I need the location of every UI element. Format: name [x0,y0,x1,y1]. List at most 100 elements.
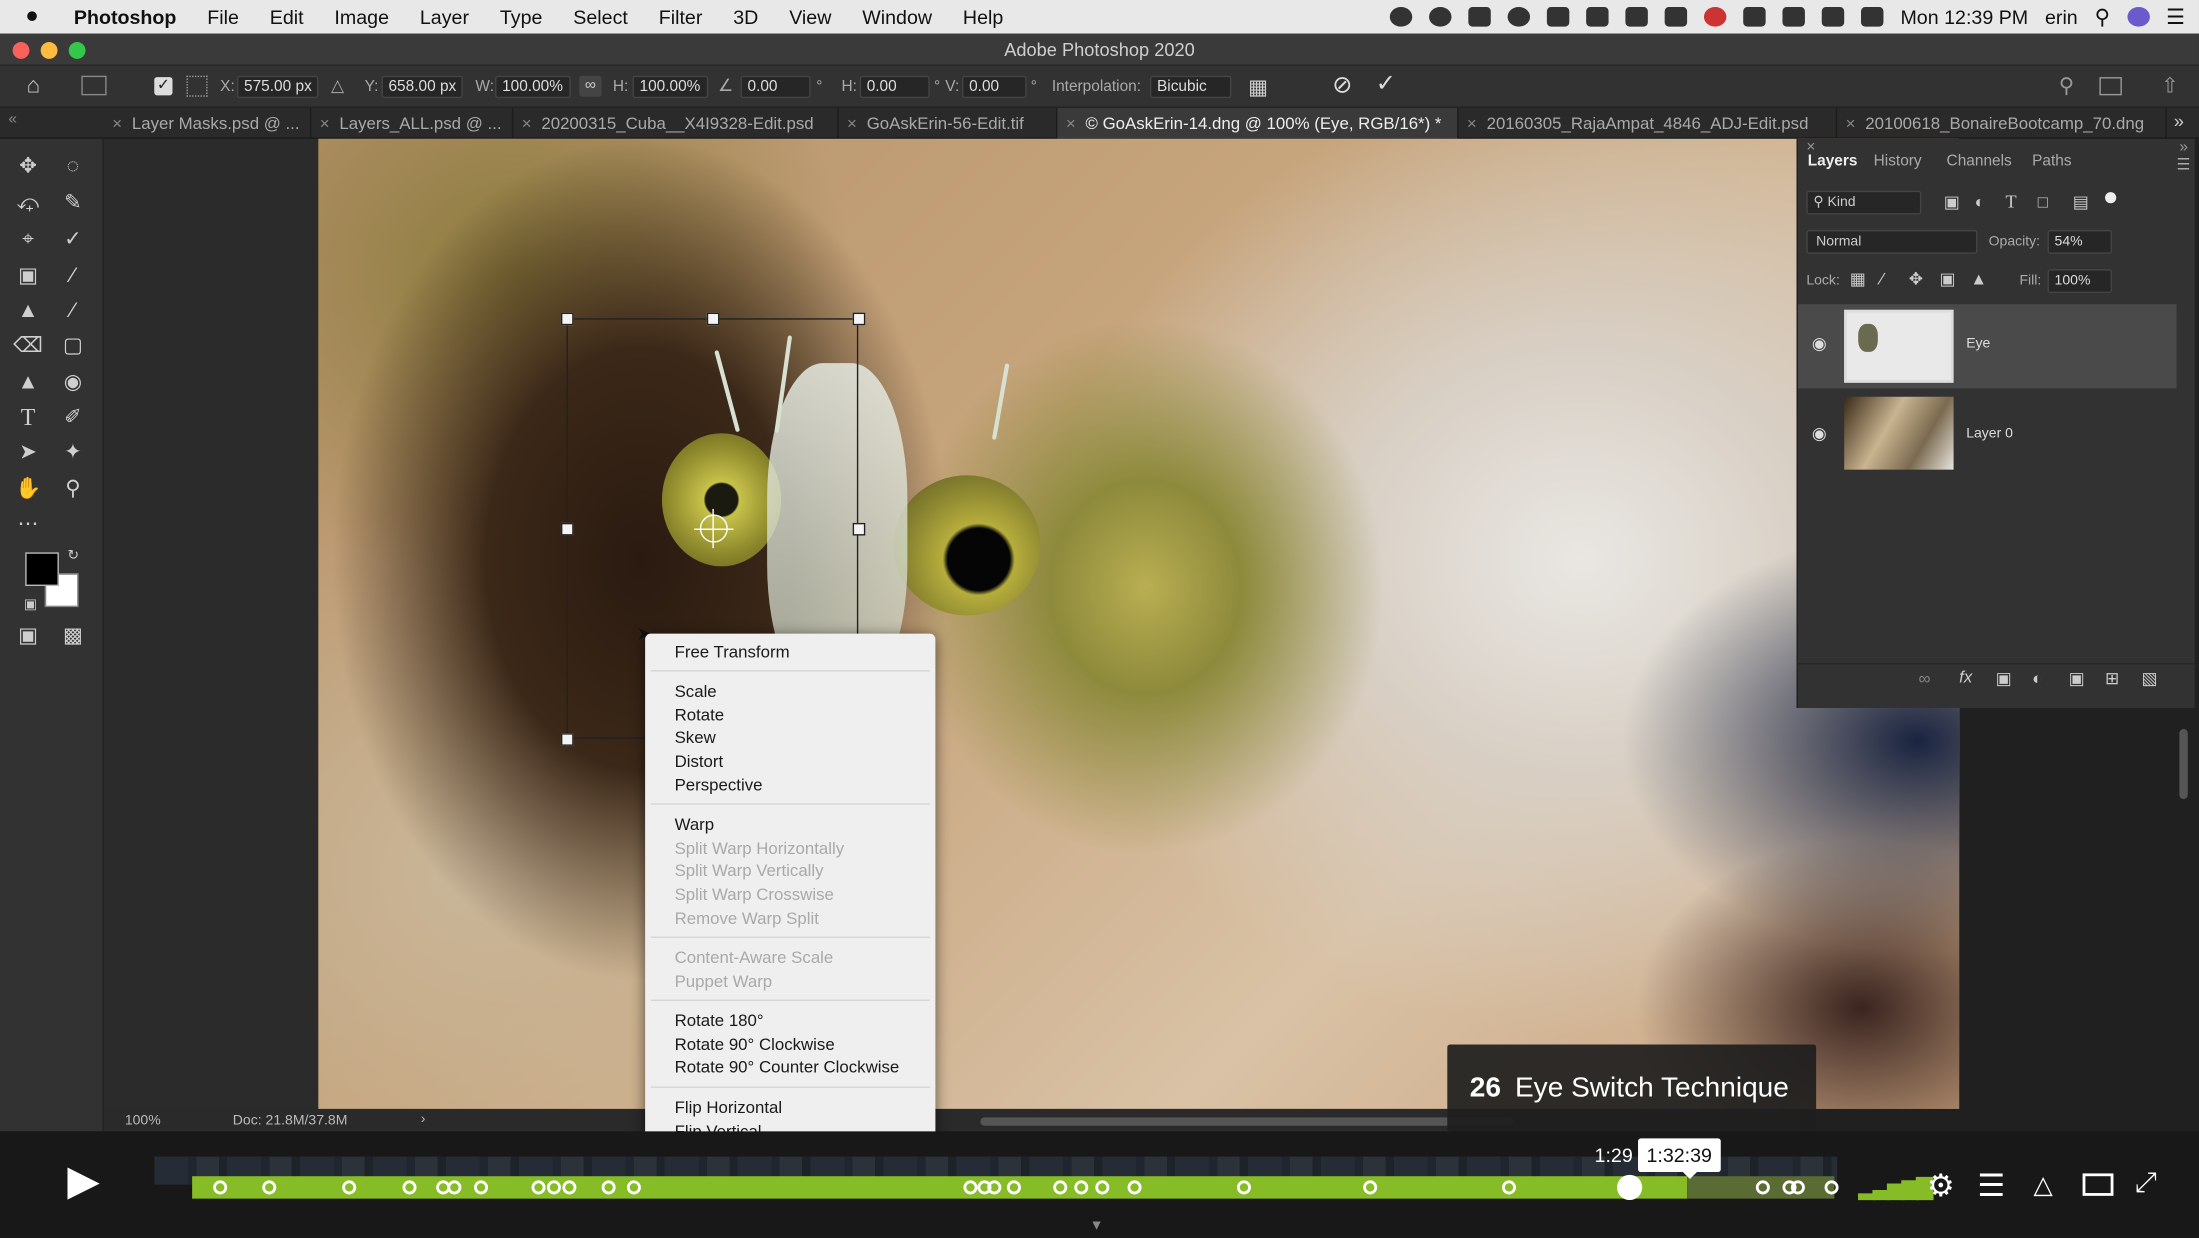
zoom-tool-icon[interactable]: ⚲ [57,475,88,503]
frame-tool-icon[interactable]: ▣ [13,262,44,290]
panel-menu-icon[interactable]: ☰ [2177,156,2191,174]
chapter-marker[interactable] [1790,1180,1805,1195]
close-tab-icon[interactable]: × [1066,114,1076,134]
menu-3d[interactable]: 3D [718,6,774,28]
minimize-window-button[interactable] [40,42,58,59]
forward-icon[interactable] [1664,7,1688,27]
collapse-panel-icon[interactable]: » [2179,139,2188,156]
gmail-icon[interactable] [1547,7,1570,27]
zoom-window-button[interactable] [68,42,86,59]
lasso-tool-icon[interactable]: ⤽ [13,189,44,217]
pen-tool-icon[interactable]: ✐ [57,404,88,432]
menu-item-warp[interactable]: Warp [675,815,715,835]
chapter-marker[interactable] [1363,1180,1378,1195]
chapter-marker[interactable] [1824,1180,1839,1195]
chapter-marker[interactable] [562,1180,577,1195]
type-tool-icon[interactable]: T [13,404,44,432]
close-tab-icon[interactable]: × [112,114,122,134]
menu-item-perspective[interactable]: Perspective [675,775,763,795]
warp-mode-icon[interactable]: ▦ [1248,74,1268,100]
reference-point-checkbox[interactable]: ✓ [154,77,173,96]
filter-adjustment-icon[interactable]: ◐ [1975,192,1985,212]
status-menu-arrow[interactable]: › [421,1112,426,1127]
menu-image[interactable]: Image [319,6,404,28]
delta-icon[interactable]: △ [331,76,344,96]
horizontal-scrollbar[interactable] [980,1117,1514,1126]
menu-item-free-transform[interactable]: Free Transform [675,642,790,662]
chapter-marker[interactable] [1006,1180,1021,1195]
filter-pixel-icon[interactable]: ▣ [1944,192,1960,212]
chapter-marker[interactable] [601,1180,616,1195]
delete-layer-icon[interactable]: ▧ [2141,669,2157,689]
filter-smart-object-icon[interactable]: ▤ [2073,192,2089,212]
tab-history[interactable]: History [1874,153,1922,170]
layer-thumbnail-eye[interactable] [1844,309,1954,383]
crop-tool-icon[interactable]: ⌖ [13,226,44,254]
marquee-tool-icon[interactable]: ◌ [57,153,88,181]
visibility-eye-icon[interactable]: ◉ [1812,423,1827,443]
record-icon[interactable] [1704,7,1727,27]
blend-mode-select[interactable]: Normal [1806,229,1978,254]
menu-filter[interactable]: Filter [643,6,718,28]
expand-chevron-icon[interactable]: ▼ [1090,1218,1104,1233]
tab-goaskerin-56[interactable]: × GoAskErin-56-Edit.tif [839,107,1058,139]
swap-colors-icon[interactable]: ↻ [67,548,79,563]
menu-item-scale[interactable]: Scale [675,681,717,701]
spotlight-search-icon[interactable]: ⚲ [2095,4,2110,30]
search-icon[interactable]: ⚲ [2059,73,2074,98]
menu-item-rotate-90-cw[interactable]: Rotate 90° Clockwise [675,1035,835,1055]
wifi-icon[interactable] [1782,7,1806,27]
tab-goaskerin-14[interactable]: × © GoAskErin-14.dng @ 100% (Eye, RGB/16*… [1057,107,1459,139]
zoom-level[interactable]: 100% [125,1113,161,1128]
chapter-marker[interactable] [963,1180,978,1195]
menu-item-distort[interactable]: Distort [675,751,724,771]
menu-window[interactable]: Window [847,6,948,28]
filter-type-icon[interactable]: T [2005,191,2016,213]
new-group-icon[interactable]: ▣ [2069,669,2085,689]
y-field[interactable]: 658.00 px [381,75,463,99]
vertical-scrollbar[interactable] [2179,729,2188,800]
quick-selection-tool-icon[interactable]: ✎ [57,189,88,217]
close-tab-icon[interactable]: × [1846,114,1856,134]
tab-paths[interactable]: Paths [2032,153,2071,170]
adjustment-layer-icon[interactable]: ◐ [2032,669,2042,689]
fx-icon[interactable]: fx [1959,667,1972,687]
vskew-field[interactable]: 0.00 [962,75,1027,99]
menu-item-rotate-180[interactable]: Rotate 180° [675,1011,764,1031]
transform-handle-top[interactable] [706,312,720,326]
transform-handle-right[interactable] [852,522,866,536]
user-name[interactable]: erin [2045,6,2078,28]
app-icon[interactable] [1625,7,1649,27]
screen-mode-icon[interactable]: ▩ [57,622,88,650]
chapter-marker[interactable] [402,1180,417,1195]
dropbox-icon[interactable] [1586,7,1609,27]
airplay-icon[interactable] [1821,7,1845,27]
tab-cuba[interactable]: × 20200315_Cuba__X4I9328-Edit.psd [513,107,839,139]
chapter-marker[interactable] [546,1180,561,1195]
more-tools-icon[interactable]: ⋯ [13,510,44,538]
tab-channels[interactable]: Channels [1947,153,2012,170]
menu-item-flip-horizontal[interactable]: Flip Horizontal [675,1098,783,1118]
transform-handle-top-right[interactable] [852,312,866,326]
gradient-tool-icon[interactable]: ▢ [57,332,88,360]
close-tab-icon[interactable]: × [1467,114,1477,134]
creative-cloud-icon[interactable] [1507,7,1531,27]
close-tab-icon[interactable]: × [320,114,330,134]
menu-view[interactable]: View [774,6,847,28]
layer-row-layer-0[interactable]: ◉ Layer 0 [1798,391,2177,475]
width-field[interactable]: 100.00% [495,75,571,99]
chapter-marker[interactable] [1095,1180,1110,1195]
angle-field[interactable]: 0.00 [740,75,811,99]
tab-layers-all[interactable]: × Layers_ALL.psd @ ... [311,107,514,139]
chapter-marker[interactable] [1074,1180,1089,1195]
lock-transparent-icon[interactable]: ▦ [1850,269,1866,289]
lock-artboard-icon[interactable]: ▣ [1940,269,1956,289]
filter-toggle-icon[interactable] [2105,192,2117,204]
layer-row-eye[interactable]: ◉ Eye [1797,304,2177,389]
tab-layer-masks[interactable]: × Layer Masks.psd @ ... [104,107,312,139]
layer-name[interactable]: Eye [1966,336,1990,351]
dodge-tool-icon[interactable]: ◉ [57,369,88,397]
layer-filter-kind[interactable]: ⚲ Kind [1806,190,1922,215]
workspace-icon[interactable] [2099,77,2122,96]
menu-item-rotate-90-ccw[interactable]: Rotate 90° Counter Clockwise [675,1057,900,1077]
